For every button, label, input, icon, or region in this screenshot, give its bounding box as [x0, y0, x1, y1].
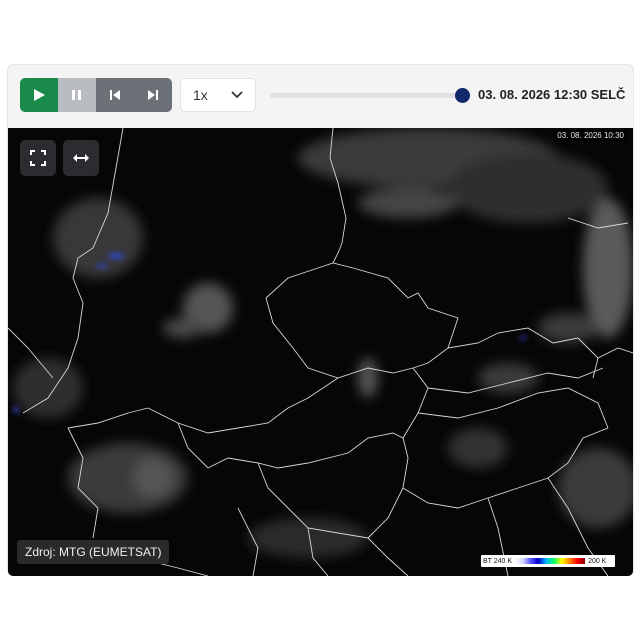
- current-timestamp: 03. 08. 2026 12:30 SELČ: [478, 87, 626, 102]
- previous-frame-button[interactable]: [96, 78, 134, 112]
- pause-icon: [72, 90, 81, 100]
- cloud-layer: [13, 128, 633, 558]
- legend-color-bar: [515, 558, 586, 564]
- expand-width-button[interactable]: [63, 140, 99, 176]
- temperature-legend: BT 240 K 200 K: [481, 555, 615, 567]
- satellite-imagery: [8, 128, 633, 576]
- next-frame-button[interactable]: [134, 78, 172, 112]
- legend-min-label: BT 240 K: [483, 557, 513, 565]
- satellite-player-card: 1x 03. 08. 2026 12:30 SELČ 03. 08. 2026 …: [7, 64, 634, 576]
- fullscreen-button[interactable]: [20, 140, 56, 176]
- chevron-down-icon: [231, 91, 243, 99]
- speed-value: 1x: [193, 87, 208, 103]
- horizontal-expand-icon: [73, 154, 89, 162]
- speed-select[interactable]: 1x: [180, 78, 256, 112]
- frame-time-stamp: 03. 08. 2026 10:30: [554, 130, 627, 141]
- skip-forward-icon: [148, 90, 158, 100]
- satellite-map[interactable]: 03. 08. 2026 10:30 Zdroj: MTG (EUMETSAT)…: [8, 128, 633, 576]
- playback-controls: 1x 03. 08. 2026 12:30 SELČ: [20, 78, 625, 112]
- playback-button-group: [20, 78, 172, 112]
- timeline-slider-thumb[interactable]: [455, 88, 470, 103]
- skip-back-icon: [110, 90, 120, 100]
- legend-max-label: 200 K: [588, 557, 607, 565]
- play-button[interactable]: [20, 78, 58, 112]
- timeline-slider[interactable]: [270, 88, 470, 103]
- data-source-label: Zdroj: MTG (EUMETSAT): [17, 540, 170, 564]
- play-icon: [34, 89, 45, 101]
- pause-button[interactable]: [58, 78, 96, 112]
- fullscreen-icon: [30, 150, 46, 166]
